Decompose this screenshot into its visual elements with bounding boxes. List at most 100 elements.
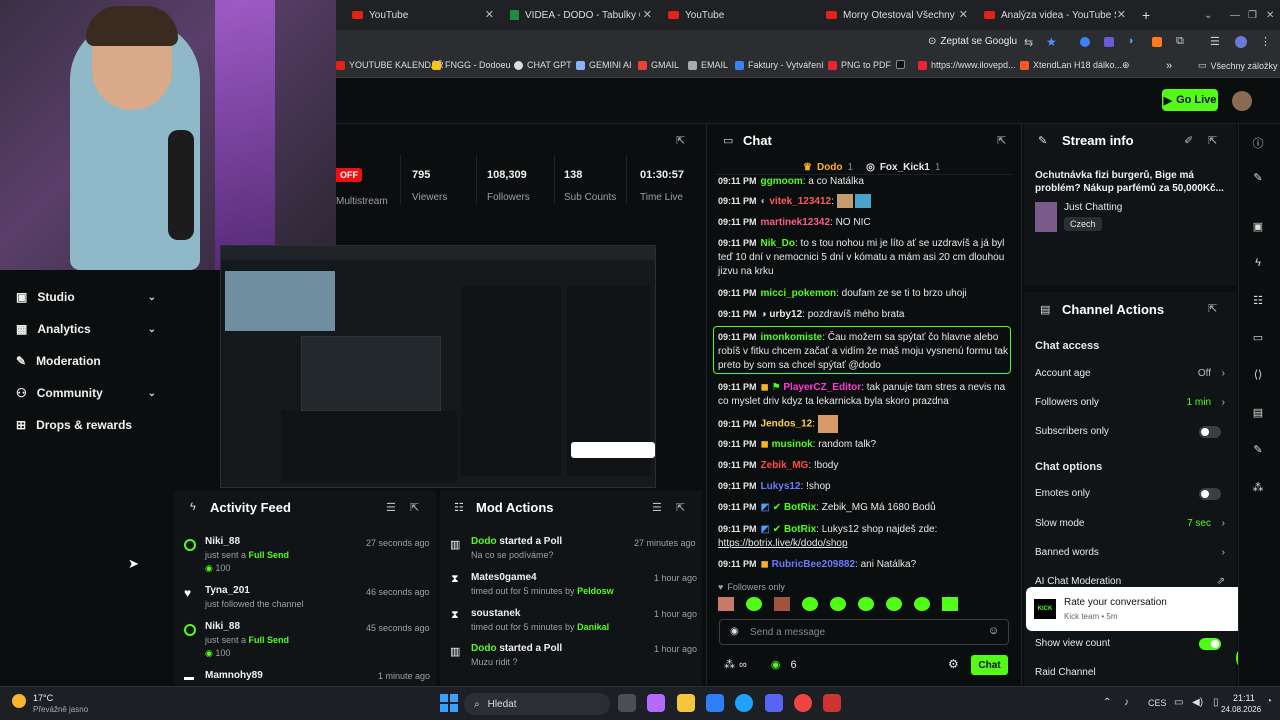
weather-icon[interactable] xyxy=(12,694,26,708)
clock-date[interactable]: 24.08.2026 xyxy=(1221,705,1261,714)
filter-icon[interactable]: ☰ xyxy=(652,501,662,514)
emote-icon[interactable] xyxy=(858,597,874,611)
windows-start-icon[interactable] xyxy=(440,694,458,712)
emote-icon[interactable] xyxy=(830,597,846,611)
store-icon[interactable] xyxy=(706,694,724,712)
bookmark[interactable]: https://www.ilovepd... xyxy=(918,60,1016,70)
send-chat-button[interactable]: Chat xyxy=(971,655,1008,675)
subscribers-only-toggle[interactable] xyxy=(1199,425,1221,438)
browser-tab[interactable]: Analýza videa - YouTube Studio✕ xyxy=(976,4,1126,26)
ai-moderation-row[interactable]: AI Chat Moderation ⇗ xyxy=(1035,576,1225,587)
task-view-icon[interactable] xyxy=(618,694,636,712)
close-icon[interactable]: ✕ xyxy=(485,8,494,21)
emotes-only-toggle[interactable] xyxy=(1199,487,1221,500)
category-name[interactable]: Just Chatting xyxy=(1064,202,1122,213)
emoji-icon[interactable]: ☺ xyxy=(988,625,999,637)
bookmark[interactable]: FNGG - Dodoeu xyxy=(432,60,511,70)
nav-studio[interactable]: ▣ Studio ⌄ xyxy=(16,290,156,304)
go-live-button[interactable]: ▶ Go Live xyxy=(1162,89,1218,111)
tag-chip[interactable]: Czech xyxy=(1064,217,1102,231)
show-view-count-toggle[interactable] xyxy=(1199,637,1221,650)
nav-drops-rewards[interactable]: ⊞ Drops & rewards xyxy=(16,418,156,432)
bookmark[interactable]: Faktury - Vytváření xyxy=(735,60,824,70)
bookmark[interactable]: YOUTUBE KALENDÁŘ xyxy=(336,60,444,70)
browser-tab[interactable]: VIDEA - DODO - Tabulky Goog✕ xyxy=(502,4,652,26)
battery-icon[interactable]: ▯ xyxy=(1213,697,1219,708)
ask-google-button[interactable]: ⊙ Zeptat se Googlu xyxy=(928,36,1017,47)
bookmark[interactable]: EMAIL xyxy=(688,60,728,70)
menu-icon[interactable]: ⋮ xyxy=(1260,35,1271,48)
globe-icon[interactable]: ⊕ xyxy=(1122,60,1130,71)
gear-icon[interactable]: ⚙ xyxy=(948,657,959,671)
downloads-icon[interactable]: ☰ xyxy=(1210,35,1220,48)
shop-link[interactable]: https://botrix.live/k/dodo/shop xyxy=(718,537,1013,551)
popout-icon[interactable]: ⇱ xyxy=(676,134,685,147)
bookmark[interactable]: PNG to PDF xyxy=(828,60,891,70)
nav-community[interactable]: ⚇ Community ⌄ xyxy=(16,386,156,400)
browser-tab[interactable]: Morry Otestoval Všechny Věc✕ xyxy=(818,4,968,26)
popout-icon[interactable]: ⇱ xyxy=(1208,302,1217,315)
followers-only-row[interactable]: Followers only 1 min › xyxy=(1035,397,1225,408)
chrome-icon[interactable] xyxy=(794,694,812,712)
translate-icon[interactable]: ⇆ xyxy=(1024,36,1033,49)
bookmark[interactable]: CHAT GPT xyxy=(514,60,572,70)
share-icon[interactable]: ⁂ xyxy=(1251,481,1265,495)
emote-icon[interactable] xyxy=(886,597,902,611)
avatar[interactable] xyxy=(1232,91,1252,111)
copilot-icon[interactable] xyxy=(647,694,665,712)
popout-icon[interactable]: ⇱ xyxy=(997,134,1006,147)
nav-moderation[interactable]: ✎ Moderation xyxy=(16,354,156,368)
extension-icon[interactable] xyxy=(1152,37,1162,47)
list-icon[interactable]: ☷ xyxy=(1251,294,1265,308)
popout-icon[interactable]: ⇱ xyxy=(676,501,685,514)
notifications-icon[interactable]: ◔ xyxy=(1266,696,1272,707)
extension-icon[interactable]: ◗ xyxy=(1128,35,1135,47)
extension-icon[interactable] xyxy=(1080,37,1090,47)
app-icon[interactable] xyxy=(765,694,783,712)
emote-icon[interactable] xyxy=(746,597,762,611)
language-indicator[interactable]: CES xyxy=(1148,698,1167,708)
edge-icon[interactable] xyxy=(735,694,753,712)
popout-icon[interactable]: ⇱ xyxy=(410,501,419,514)
filter-icon[interactable]: ☰ xyxy=(386,501,396,514)
microphone-icon[interactable]: ♪ xyxy=(1124,697,1129,708)
close-icon[interactable]: ✕ xyxy=(959,8,968,21)
panel-icon[interactable]: ▣ xyxy=(1251,220,1265,234)
users-icon[interactable]: ⁂ xyxy=(724,658,735,671)
taskbar-search[interactable]: ⌕ Hledat xyxy=(464,693,610,715)
stream-video-preview[interactable] xyxy=(220,245,656,488)
new-tab-button[interactable]: + xyxy=(1134,4,1154,26)
all-bookmarks[interactable]: ▭ Všechny záložky xyxy=(1198,60,1278,71)
stack-icon[interactable]: ▤ xyxy=(1251,406,1265,420)
popout-icon[interactable]: ⇱ xyxy=(1208,134,1217,147)
banned-words-row[interactable]: Banned words › xyxy=(1035,547,1225,558)
browser-tab[interactable]: YouTube ✕ xyxy=(344,4,494,26)
extension-icon[interactable] xyxy=(1104,37,1114,47)
emote-icon[interactable] xyxy=(942,597,958,611)
puzzle-icon[interactable]: ⧉ xyxy=(1176,35,1184,48)
profile-icon[interactable] xyxy=(1235,36,1247,48)
account-age-row[interactable]: Account age Off › xyxy=(1035,368,1225,379)
star-icon[interactable]: ★ xyxy=(1046,35,1057,49)
chevron-up-icon[interactable]: ⌃ xyxy=(1103,697,1111,708)
emote-icon[interactable] xyxy=(718,597,734,611)
bolt-icon[interactable]: ϟ xyxy=(1251,257,1265,271)
file-explorer-icon[interactable] xyxy=(677,694,695,712)
chat-input[interactable]: ◉ Send a message ☺ xyxy=(719,619,1009,645)
raid-channel-row[interactable]: Raid Channel xyxy=(1035,667,1225,678)
emote-icon[interactable] xyxy=(774,597,790,611)
bookmark[interactable]: XtendLan H18 dálko... xyxy=(1020,60,1122,70)
slow-mode-row[interactable]: Slow mode 7 sec › xyxy=(1035,518,1225,529)
emote-icon[interactable] xyxy=(802,597,818,611)
bookmark[interactable]: GEMINI AI xyxy=(576,60,632,70)
close-icon[interactable]: ✕ xyxy=(643,8,652,21)
network-icon[interactable]: ▭ xyxy=(1174,697,1183,708)
edit-icon[interactable]: ✐ xyxy=(1184,134,1193,147)
edit-icon[interactable]: ✎ xyxy=(1251,171,1265,185)
chat-icon[interactable]: ▭ xyxy=(1251,331,1265,345)
code-icon[interactable]: ⟨⟩ xyxy=(1251,368,1265,382)
info-icon[interactable]: ⓘ xyxy=(1251,135,1265,150)
clock-time[interactable]: 21:11 xyxy=(1233,693,1255,703)
close-window-icon[interactable]: ✕ xyxy=(1258,4,1280,26)
bookmark[interactable] xyxy=(896,60,905,69)
